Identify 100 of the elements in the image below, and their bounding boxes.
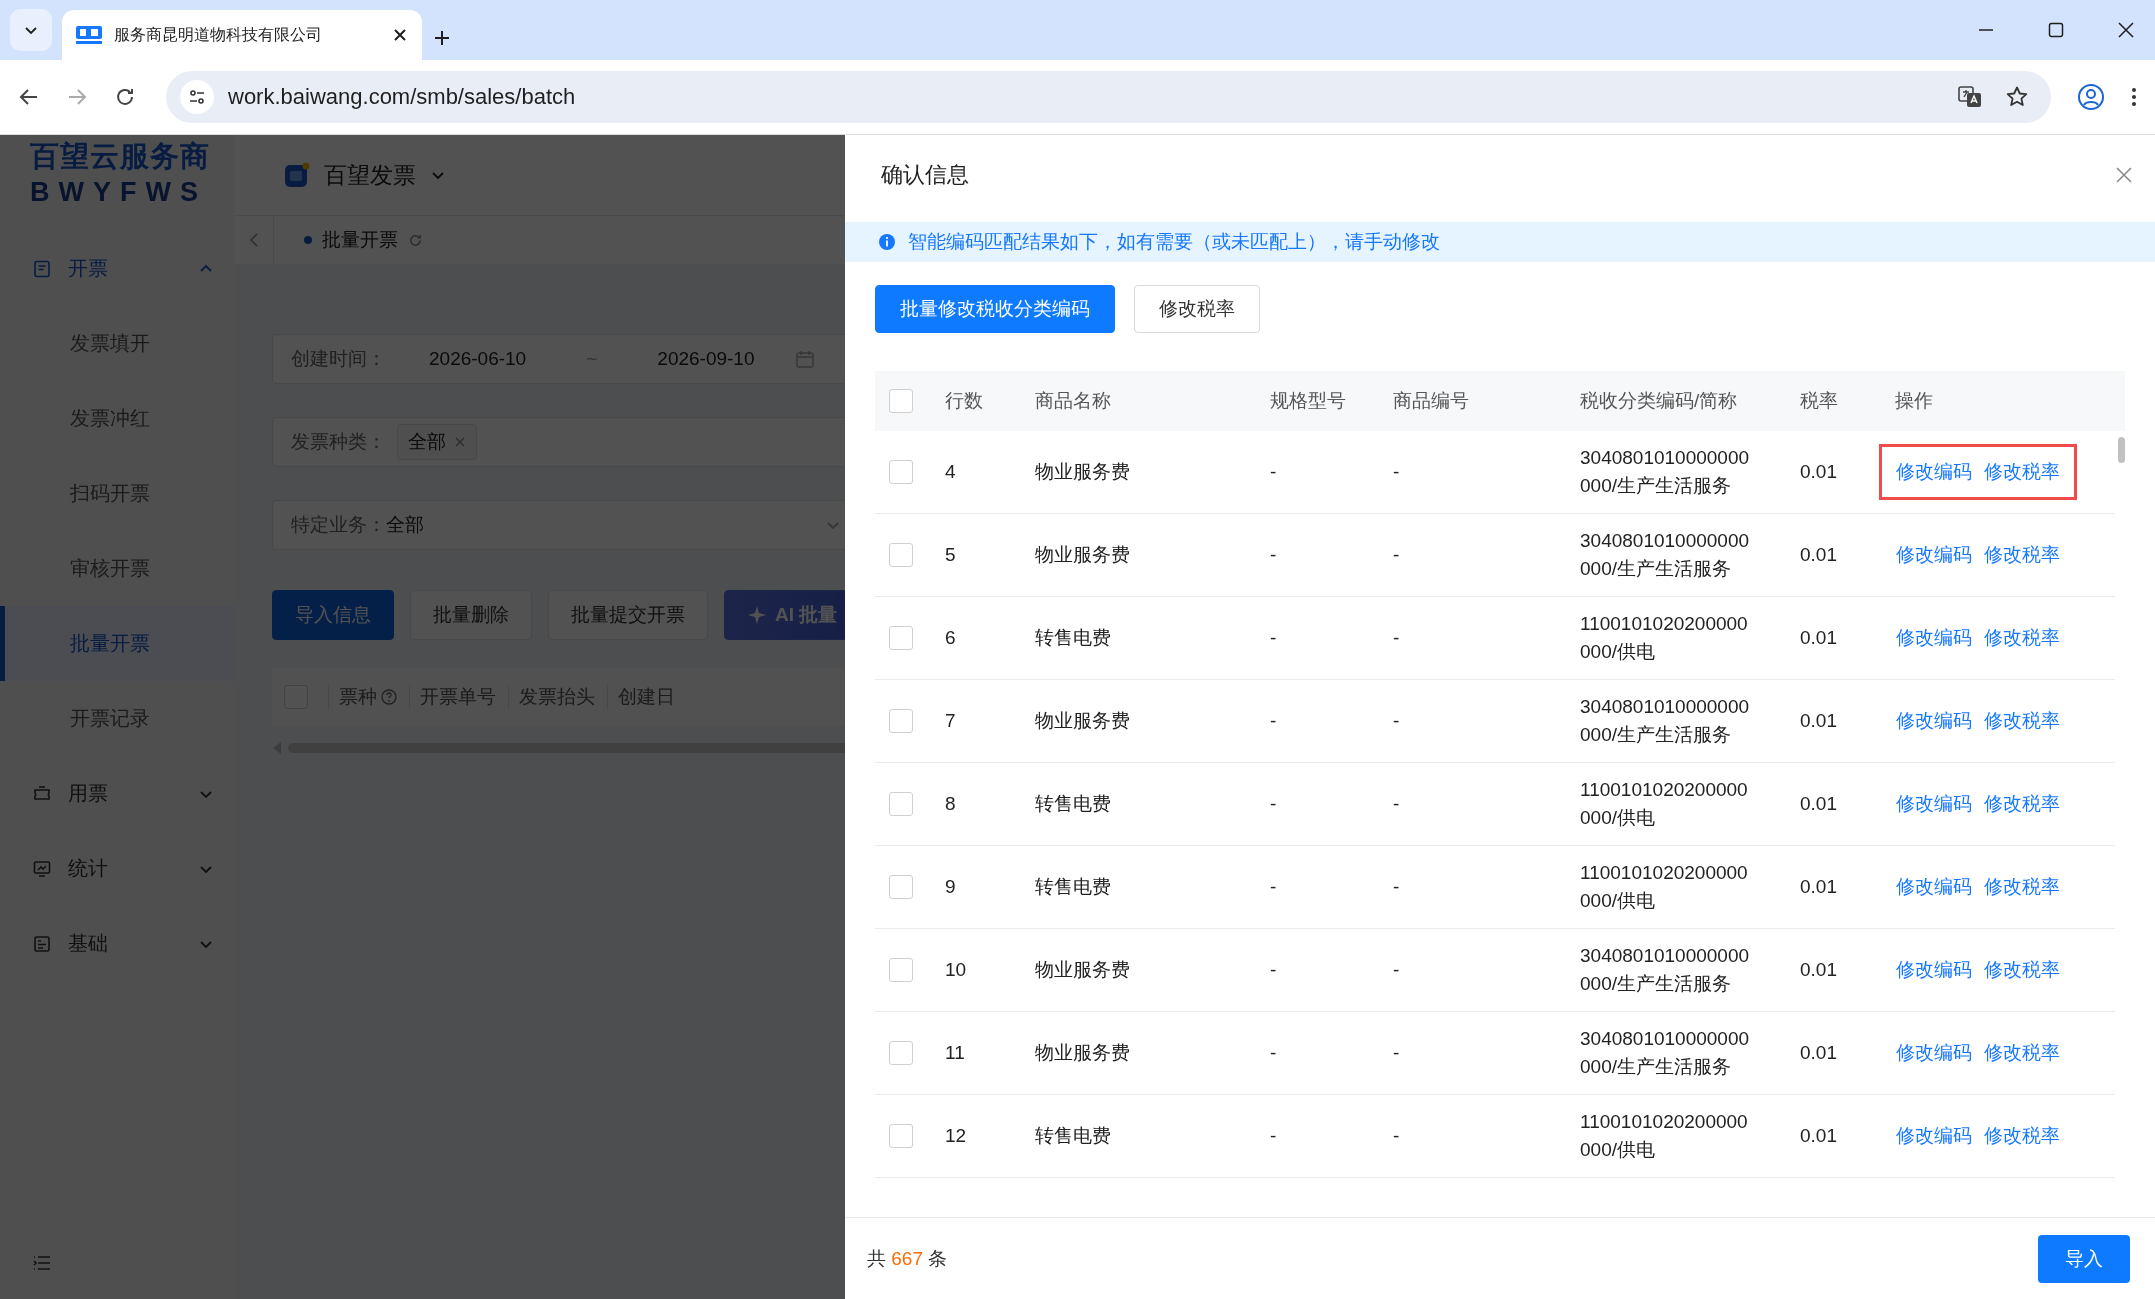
column-header: 操作 bbox=[1895, 389, 1934, 413]
table-cell-text: 6 bbox=[945, 627, 957, 649]
action-button[interactable]: 批量修改税收分类编码 bbox=[875, 285, 1115, 333]
menu-group[interactable]: 开票 bbox=[0, 231, 234, 306]
table-cell-text: - bbox=[1393, 544, 1401, 566]
table-cell-text: 4 bbox=[945, 461, 957, 483]
table-cell-text: - bbox=[1393, 959, 1401, 981]
logo-title: 百望云服务商 bbox=[30, 139, 211, 174]
action-button[interactable]: 批量提交开票 bbox=[548, 590, 708, 640]
edit-link[interactable]: 修改编码 bbox=[1896, 542, 1972, 568]
edit-link[interactable]: 修改编码 bbox=[1896, 957, 1972, 983]
import-button[interactable]: 导入信息 bbox=[272, 590, 394, 640]
table-cell-text: - bbox=[1270, 793, 1278, 815]
table-cell-text: 物业服务费 bbox=[1035, 1041, 1131, 1065]
table-cell-text: 0.01 bbox=[1800, 876, 1838, 898]
table-cell-text: - bbox=[1393, 461, 1401, 483]
edit-link[interactable]: 修改编码 bbox=[1896, 625, 1972, 651]
table-cell-text: 0.01 bbox=[1800, 461, 1838, 483]
url-text: work.baiwang.com/smb/sales/batch bbox=[228, 84, 577, 110]
table-cell-text: 1100101020200000000/供电 bbox=[1580, 778, 1749, 830]
action-button[interactable]: 批量删除 bbox=[410, 590, 532, 640]
table-cell-text: 物业服务费 bbox=[1035, 543, 1131, 567]
table-cell-text: - bbox=[1270, 1125, 1278, 1147]
table-cell-text: - bbox=[1393, 710, 1401, 732]
edit-link[interactable]: 修改编码 bbox=[1896, 1123, 1972, 1149]
table-cell-text: - bbox=[1393, 1042, 1401, 1064]
table-cell-text: 1100101020200000000/供电 bbox=[1580, 612, 1749, 664]
table-cell-text: 转售电费 bbox=[1035, 875, 1112, 899]
tab-title: 服务商昆明道物科技有限公司 bbox=[114, 24, 323, 45]
table-cell-text: 0.01 bbox=[1800, 710, 1838, 732]
table-cell-text: - bbox=[1270, 544, 1278, 566]
table-cell-text: 3040801010000000000/生产生活服务 bbox=[1580, 695, 1751, 747]
menu-group[interactable]: 统计 bbox=[0, 831, 234, 906]
menu-group[interactable]: 基础 bbox=[0, 906, 234, 981]
address-bar[interactable]: work.baiwang.com/smb/sales/batch bbox=[166, 71, 2051, 123]
table-cell-text: 11 bbox=[945, 1042, 966, 1064]
column-header: 税收分类编码/简称 bbox=[1580, 389, 1739, 413]
table-cell-text: 0.01 bbox=[1800, 1125, 1838, 1147]
column-header: 商品名称 bbox=[1035, 389, 1112, 413]
table-cell-text: 9 bbox=[945, 876, 957, 898]
table-cell-text: - bbox=[1270, 461, 1278, 483]
table-cell-text: - bbox=[1270, 959, 1278, 981]
table-cell-text: - bbox=[1270, 1042, 1278, 1064]
table-cell-text: 3040801010000000000/生产生活服务 bbox=[1580, 446, 1751, 498]
table-cell-text: - bbox=[1270, 627, 1278, 649]
table-cell-text: 0.01 bbox=[1800, 627, 1838, 649]
column-header: 规格型号 bbox=[1270, 389, 1347, 413]
edit-link[interactable]: 修改税率 bbox=[1984, 708, 2060, 734]
table-cell-text: 物业服务费 bbox=[1035, 460, 1131, 484]
edit-link[interactable]: 修改税率 bbox=[1984, 957, 2060, 983]
edit-link[interactable]: 修改编码 bbox=[1896, 791, 1972, 817]
table-cell-text: 转售电费 bbox=[1035, 792, 1112, 816]
page-tab[interactable]: 批量开票 bbox=[304, 227, 423, 253]
drawer-title: 确认信息 bbox=[881, 161, 970, 189]
app-name: 百望发票 bbox=[324, 160, 416, 190]
table-cell-text: - bbox=[1270, 876, 1278, 898]
edit-link[interactable]: 修改编码 bbox=[1896, 1040, 1972, 1066]
table-cell-text: 0.01 bbox=[1800, 1042, 1838, 1064]
table-cell-text: 物业服务费 bbox=[1035, 958, 1131, 982]
table-cell-text: 1100101020200000000/供电 bbox=[1580, 861, 1749, 913]
table-cell-text: - bbox=[1393, 876, 1401, 898]
table-cell-text: 12 bbox=[945, 1125, 968, 1147]
edit-link[interactable]: 修改税率 bbox=[1984, 791, 2060, 817]
edit-link[interactable]: 修改税率 bbox=[1984, 1040, 2060, 1066]
column-header: 行数 bbox=[945, 389, 984, 413]
tag[interactable]: 全部 bbox=[397, 424, 477, 460]
table-cell-text: 0.01 bbox=[1800, 793, 1838, 815]
edit-link[interactable]: 修改编码 bbox=[1896, 874, 1972, 900]
total-count: 共 667 条 bbox=[867, 1246, 948, 1271]
table-cell-text: 转售电费 bbox=[1035, 626, 1112, 650]
edit-link[interactable]: 修改税率 bbox=[1984, 542, 2060, 568]
table-cell-text: - bbox=[1393, 793, 1401, 815]
table-cell-text: 0.01 bbox=[1800, 544, 1838, 566]
edit-link[interactable]: 修改税率 bbox=[1984, 874, 2060, 900]
column-header: 税率 bbox=[1800, 389, 1839, 413]
table-cell-text: 物业服务费 bbox=[1035, 709, 1131, 733]
edit-link[interactable]: 修改税率 bbox=[1984, 625, 2060, 651]
edit-link[interactable]: 修改税率 bbox=[1984, 1123, 2060, 1149]
action-button[interactable]: 修改税率 bbox=[1134, 285, 1260, 333]
table-cell-text: 转售电费 bbox=[1035, 1124, 1112, 1148]
logo-subtitle: BWYFWS bbox=[30, 177, 208, 208]
table-cell-text: 0.01 bbox=[1800, 959, 1838, 981]
column-header: 商品编号 bbox=[1393, 389, 1470, 413]
table-cell-text: 3040801010000000000/生产生活服务 bbox=[1580, 1027, 1751, 1079]
table-cell-text: - bbox=[1393, 627, 1401, 649]
table-cell-text: - bbox=[1270, 710, 1278, 732]
import-button[interactable]: 导入 bbox=[2038, 1234, 2130, 1283]
edit-link[interactable]: 修改编码 bbox=[1896, 708, 1972, 734]
table-cell-text: 7 bbox=[945, 710, 957, 732]
info-text: 智能编码匹配结果如下，如有需要（或未匹配上），请手动修改 bbox=[908, 230, 1440, 254]
table-cell-text: 1100101020200000000/供电 bbox=[1580, 1110, 1749, 1162]
table-cell-text: 8 bbox=[945, 793, 957, 815]
table-cell-text: 3040801010000000000/生产生活服务 bbox=[1580, 944, 1751, 996]
table-cell-text: - bbox=[1393, 1125, 1401, 1147]
table-cell-text: 5 bbox=[945, 544, 957, 566]
edit-link[interactable]: 修改税率 bbox=[1984, 459, 2060, 485]
menu-group[interactable]: 用票 bbox=[0, 756, 234, 831]
edit-link[interactable]: 修改编码 bbox=[1896, 459, 1972, 485]
table-cell-text: 3040801010000000000/生产生活服务 bbox=[1580, 529, 1751, 581]
browser-tab[interactable]: 服务商昆明道物科技有限公司 bbox=[62, 10, 422, 60]
